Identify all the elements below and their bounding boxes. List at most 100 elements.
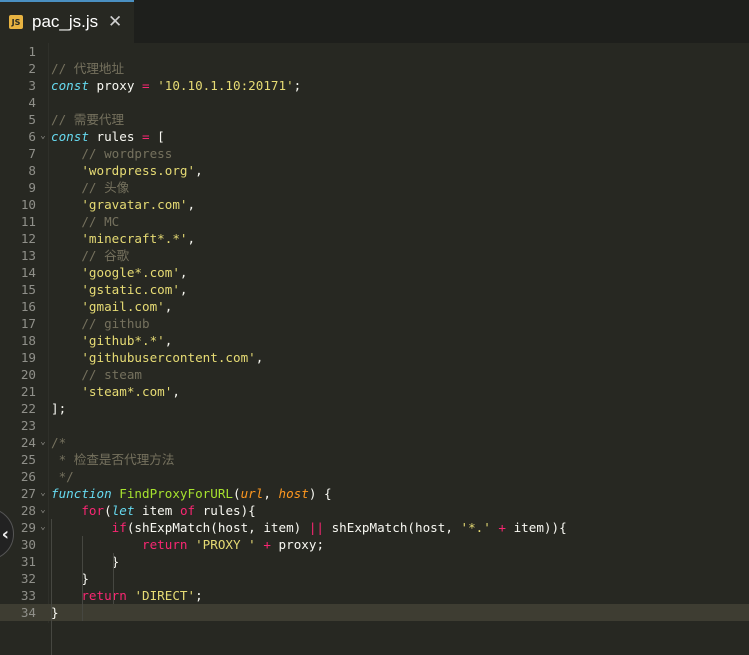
line-number: 15 — [20, 282, 36, 297]
line-number: 25 — [20, 452, 36, 467]
code-line[interactable]: 5 // 需要代理 — [0, 111, 749, 128]
code-line[interactable]: 28 ⌄ for(let item of rules){ — [0, 502, 749, 519]
chevron-left-icon: ‹ — [1, 523, 9, 545]
code-editor[interactable]: 1 2// 代理地址 3 const proxy = '10.10.1.10:2017… — [0, 43, 749, 655]
code-token: */ — [51, 469, 74, 484]
code-line[interactable]: 9 // 头像 — [0, 179, 749, 196]
code-line[interactable]: 26 */ — [0, 468, 749, 485]
code-token: proxy — [88, 78, 142, 93]
code-line[interactable]: 16 'gmail.com', — [0, 298, 749, 315]
code-line[interactable]: 14 'google*.com', — [0, 264, 749, 281]
code-line[interactable]: 13 // 谷歌 — [0, 247, 749, 264]
code-text: 'githubusercontent.com', — [51, 349, 263, 366]
code-line[interactable]: 11 // MC — [0, 213, 749, 230]
line-number: 5 — [28, 112, 36, 127]
code-token: proxy; — [270, 537, 325, 552]
line-number: 1 — [28, 44, 36, 59]
code-line[interactable]: 15 'gstatic.com', — [0, 281, 749, 298]
code-token: // 谷歌 — [81, 248, 130, 263]
line-number: 13 — [20, 248, 36, 263]
code-line[interactable]: 20 // steam — [0, 366, 749, 383]
fold-chevron-icon[interactable]: ⌄ — [38, 434, 48, 451]
code-line[interactable]: 3 const proxy = '10.10.1.10:20171'; — [0, 77, 749, 94]
code-line[interactable]: 18 'github*.*', — [0, 332, 749, 349]
line-number: 27 — [20, 486, 36, 501]
line-number: 20 — [20, 367, 36, 382]
fold-chevron-icon[interactable]: ⌄ — [38, 519, 48, 536]
code-token: of — [179, 503, 196, 518]
line-number: 14 — [20, 265, 36, 280]
line-number: 7 — [28, 146, 36, 161]
code-line[interactable]: 30 return 'PROXY ' + proxy; — [0, 536, 749, 553]
line-number: 12 — [20, 231, 36, 246]
code-line[interactable]: 22]; — [0, 400, 749, 417]
code-line[interactable]: 1 — [0, 43, 749, 60]
code-text: const proxy = '10.10.1.10:20171'; — [51, 77, 301, 94]
code-token: FindProxyForURL — [119, 486, 233, 501]
code-text: // 代理地址 — [51, 60, 124, 77]
code-token: 'gstatic.com' — [81, 282, 180, 297]
code-text: // github — [51, 315, 150, 332]
indent-guide — [113, 553, 114, 604]
code-token: rules — [88, 129, 142, 144]
tab-pac-js[interactable]: JS pac_js.js ✕ — [0, 0, 134, 43]
code-line[interactable]: 8 'wordpress.org', — [0, 162, 749, 179]
code-token: return — [81, 588, 127, 603]
code-line[interactable]: 34} — [0, 604, 749, 621]
fold-chevron-icon[interactable]: ⌄ — [38, 485, 48, 502]
code-line[interactable]: 7 // wordpress — [0, 145, 749, 162]
code-token: // MC — [81, 214, 120, 229]
code-line[interactable]: 12 'minecraft*.*', — [0, 230, 749, 247]
code-token: ( — [104, 503, 112, 518]
code-line[interactable]: 10 'gravatar.com', — [0, 196, 749, 213]
code-line[interactable]: 17 // github — [0, 315, 749, 332]
fold-chevron-icon[interactable]: ⌄ — [38, 128, 48, 145]
code-token: 'gmail.com' — [81, 299, 165, 314]
indent-guide — [51, 519, 52, 655]
code-token: // wordpress — [81, 146, 173, 161]
code-line[interactable]: 19 'githubusercontent.com', — [0, 349, 749, 366]
code-token: item — [134, 503, 180, 518]
code-text: 'gstatic.com', — [51, 281, 187, 298]
code-token: * 检查是否代理方法 — [51, 452, 175, 467]
code-token: = — [142, 78, 150, 93]
code-token: 'minecraft*.*' — [81, 231, 188, 246]
code-line[interactable]: 21 'steam*.com', — [0, 383, 749, 400]
code-token: , — [263, 486, 279, 501]
close-icon[interactable]: ✕ — [108, 12, 122, 32]
code-line[interactable]: 24 ⌄/* — [0, 434, 749, 451]
code-text: 'minecraft*.*', — [51, 230, 195, 247]
code-line[interactable]: 2 // 代理地址 — [0, 60, 749, 77]
code-token: + — [263, 537, 271, 552]
line-number: 8 — [28, 163, 36, 178]
code-line[interactable]: 27 ⌄ function FindProxyForURL(url, host) { — [0, 485, 749, 502]
line-number: 9 — [28, 180, 36, 195]
code-line[interactable]: 25 * 检查是否代理方法 — [0, 451, 749, 468]
line-number: 23 — [20, 418, 36, 433]
line-number: 2 — [28, 61, 36, 76]
fold-chevron-icon[interactable]: ⌄ — [38, 502, 48, 519]
code-token: ; — [195, 588, 203, 603]
code-line[interactable]: 29 ⌄ if(shExpMatch(host, item) || shExpMa… — [0, 519, 749, 536]
code-line[interactable]: 6 ⌄ const rules = [ — [0, 128, 749, 145]
code-text: } — [51, 570, 89, 587]
code-token: for — [81, 503, 105, 518]
code-token: // github — [81, 316, 150, 331]
code-line[interactable]: 23 — [0, 417, 749, 434]
code-token: ) { — [308, 486, 332, 501]
line-number: 33 — [20, 588, 36, 603]
code-token: , — [179, 265, 188, 280]
code-token: return — [142, 537, 188, 552]
code-line[interactable]: 4 — [0, 94, 749, 111]
line-number: 3 — [28, 78, 36, 93]
code-token: + — [498, 520, 507, 535]
code-token: } — [51, 605, 59, 620]
